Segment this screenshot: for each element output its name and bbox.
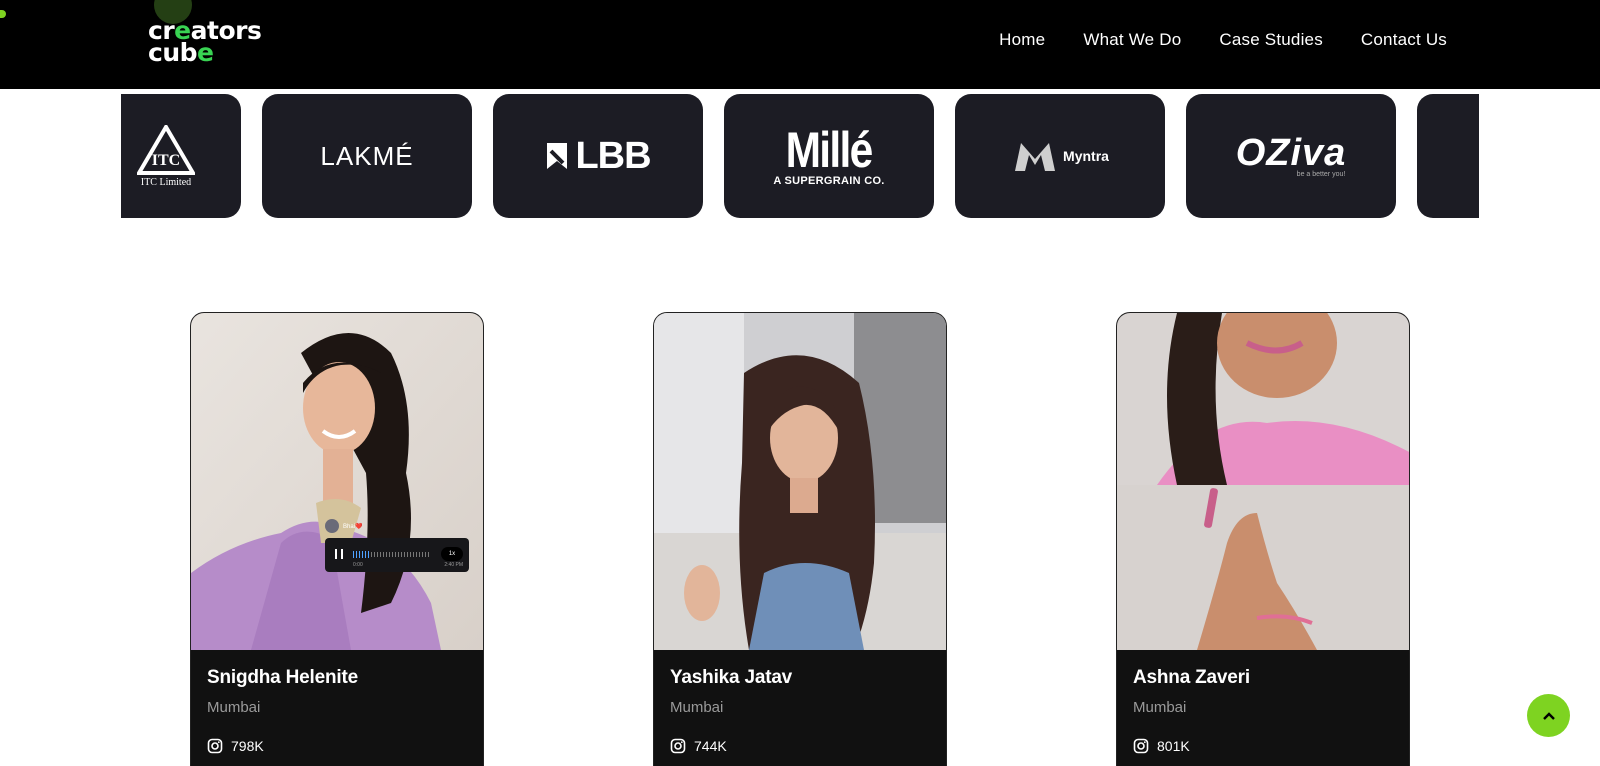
creator-card[interactable]: Ashna Zaveri Mumbai 801K <box>1116 312 1410 766</box>
creators-cube-logo[interactable]: creators cube <box>148 18 262 67</box>
lbb-label: LBB <box>575 134 651 177</box>
chevron-up-icon <box>1542 711 1555 720</box>
oziva-tagline: be a better you! <box>1296 170 1346 178</box>
creator-info: Ashna Zaveri Mumbai 801K <box>1117 650 1409 766</box>
brand-tile-partial <box>1417 94 1479 218</box>
lakme-label: LAKMÉ <box>320 140 414 171</box>
creator-name: Ashna Zaveri <box>1133 667 1250 688</box>
brand-track: ITC ITC Limited LAKMÉ LBB Millé A SUPERG… <box>121 94 1479 218</box>
creator-city: Mumbai <box>670 699 724 716</box>
audio-waveform[interactable] <box>353 551 431 558</box>
follower-count: 801K <box>1157 738 1190 754</box>
logo-accent-letter: e <box>197 38 214 67</box>
creator-card[interactable]: Yashika Jatav Mumbai 744K <box>653 312 947 766</box>
creator-name: Snigdha Helenite <box>207 667 358 688</box>
creator-city: Mumbai <box>207 699 261 716</box>
sender-avatar <box>325 519 339 533</box>
main-nav: Home What We Do Case Studies Contact Us <box>999 30 1447 50</box>
creator-portrait-image <box>191 313 483 650</box>
playback-speed-button[interactable]: 1x <box>441 547 463 561</box>
svg-text:ITC: ITC <box>152 152 180 169</box>
logo-line-2: cube <box>148 38 214 67</box>
instagram-icon <box>670 738 686 754</box>
audio-sender-chip: Bhai❤️ <box>325 519 362 533</box>
brand-tile-myntra: Myntra <box>955 94 1165 218</box>
oziva-label: OZiva <box>1235 131 1347 174</box>
creator-photo <box>1117 313 1409 650</box>
brand-logo-carousel: ITC ITC Limited LAKMÉ LBB Millé A SUPERG… <box>121 94 1479 219</box>
elapsed-time: 0:00 <box>353 562 363 568</box>
creator-portrait-image <box>1117 313 1409 650</box>
creator-card[interactable]: Bhai❤️ 1x 0:00 2:40 PM Snigdha Helenite … <box>190 312 484 766</box>
mille-label: Millé <box>786 122 874 178</box>
sender-label: Bhai❤️ <box>343 523 363 530</box>
pause-icon[interactable] <box>335 549 343 559</box>
creator-followers: 744K <box>670 738 930 754</box>
nav-what-we-do[interactable]: What We Do <box>1083 30 1181 50</box>
myntra-m-icon <box>1015 143 1056 171</box>
creator-name: Yashika Jatav <box>670 667 793 688</box>
instagram-icon <box>1133 738 1149 754</box>
message-time: 2:40 PM <box>444 562 463 568</box>
audio-progress <box>353 551 369 558</box>
creator-photo: Bhai❤️ 1x 0:00 2:40 PM <box>191 313 483 650</box>
creator-portrait-image <box>654 313 946 650</box>
creator-followers: 798K <box>207 738 467 754</box>
creator-info: Yashika Jatav Mumbai 744K <box>654 650 946 766</box>
myntra-label: Myntra <box>1063 148 1109 164</box>
brand-tile-lakme: LAKMÉ <box>262 94 472 218</box>
itc-logo-icon: ITC <box>137 124 195 175</box>
nav-case-studies[interactable]: Case Studies <box>1219 30 1323 50</box>
creator-city: Mumbai <box>1133 699 1187 716</box>
brand-tile-mille: Millé A SUPERGRAIN CO. <box>724 94 934 218</box>
brand-tile-lbb: LBB <box>493 94 703 218</box>
voice-message-player[interactable]: 1x 0:00 2:40 PM <box>325 538 469 572</box>
nav-contact-us[interactable]: Contact Us <box>1361 30 1447 50</box>
itc-label: ITC Limited <box>140 176 192 188</box>
follower-count: 744K <box>694 738 727 754</box>
site-header: creators cube Home What We Do Case Studi… <box>0 0 1600 89</box>
creator-photo <box>654 313 946 650</box>
creator-followers: 801K <box>1133 738 1393 754</box>
brand-tile-oziva: OZiva be a better you! <box>1186 94 1396 218</box>
follower-count: 798K <box>231 738 264 754</box>
cursor-indicator <box>0 10 6 18</box>
scroll-to-top-button[interactable] <box>1527 694 1570 737</box>
brand-tile-itc: ITC ITC Limited <box>121 94 241 218</box>
creator-info: Snigdha Helenite Mumbai 798K <box>191 650 483 766</box>
instagram-icon <box>207 738 223 754</box>
lbb-bookmark-icon <box>547 143 568 169</box>
nav-home[interactable]: Home <box>999 30 1045 50</box>
